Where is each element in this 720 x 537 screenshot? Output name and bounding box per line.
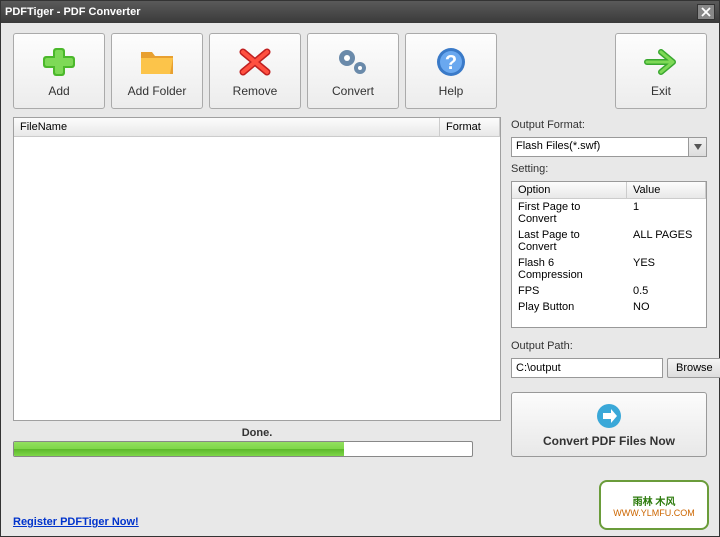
settings-row[interactable]: Play ButtonNO <box>512 299 706 315</box>
settings-option: First Page to Convert <box>512 200 627 226</box>
right-pane: Output Format: Flash Files(*.swf) Settin… <box>511 117 707 457</box>
browse-button[interactable]: Browse <box>667 358 720 378</box>
help-label: Help <box>439 84 464 98</box>
remove-button[interactable]: Remove <box>209 33 301 109</box>
file-table[interactable]: FileName Format <box>13 117 501 421</box>
status-label: Done. <box>13 427 501 439</box>
convert-label: Convert <box>332 84 374 98</box>
toolbar: Add Add Folder Remove Convert <box>13 33 707 109</box>
convert-now-icon <box>595 402 623 430</box>
help-button[interactable]: ? Help <box>405 33 497 109</box>
settings-option: Flash 6 Compression <box>512 256 627 282</box>
watermark-line1: 雨林 木风 <box>633 493 676 508</box>
output-path-row: Browse <box>511 358 707 378</box>
left-pane: FileName Format Done. <box>13 117 501 457</box>
watermark-badge: 雨林 木风 WWW.YLMFU.COM <box>599 480 709 530</box>
convert-now-label: Convert PDF Files Now <box>543 434 675 448</box>
file-header: FileName Format <box>14 118 500 137</box>
settings-value: ALL PAGES <box>627 228 706 254</box>
setting-label: Setting: <box>511 163 707 175</box>
remove-icon <box>235 44 275 80</box>
output-path-input[interactable] <box>511 358 663 378</box>
remove-label: Remove <box>233 84 278 98</box>
toolbar-spacer <box>503 33 609 109</box>
close-icon <box>701 7 711 17</box>
settings-value: YES <box>627 256 706 282</box>
output-path-label: Output Path: <box>511 340 707 352</box>
exit-icon <box>641 44 681 80</box>
add-folder-label: Add Folder <box>128 84 187 98</box>
help-icon: ? <box>431 44 471 80</box>
exit-button[interactable]: Exit <box>615 33 707 109</box>
settings-value: NO <box>627 300 706 314</box>
convert-now-button[interactable]: Convert PDF Files Now <box>511 392 707 457</box>
settings-body: First Page to Convert1Last Page to Conve… <box>512 199 706 315</box>
settings-row[interactable]: FPS0.5 <box>512 283 706 299</box>
add-button[interactable]: Add <box>13 33 105 109</box>
add-icon <box>39 44 79 80</box>
register-link[interactable]: Register PDFTiger Now! <box>13 516 139 528</box>
settings-row[interactable]: First Page to Convert1 <box>512 199 706 227</box>
output-format-label: Output Format: <box>511 119 707 131</box>
col-option[interactable]: Option <box>512 182 627 198</box>
svg-text:?: ? <box>445 52 457 74</box>
settings-value: 0.5 <box>627 284 706 298</box>
settings-row[interactable]: Flash 6 CompressionYES <box>512 255 706 283</box>
settings-row[interactable]: Last Page to ConvertALL PAGES <box>512 227 706 255</box>
settings-header: Option Value <box>512 182 706 199</box>
col-filename[interactable]: FileName <box>14 118 440 136</box>
settings-option: FPS <box>512 284 627 298</box>
window: PDFTiger - PDF Converter Add Add Folder <box>0 0 720 537</box>
settings-option: Play Button <box>512 300 627 314</box>
settings-table[interactable]: Option Value First Page to Convert1Last … <box>511 181 707 328</box>
gears-icon <box>333 44 373 80</box>
output-format-value: Flash Files(*.swf) <box>511 137 689 157</box>
close-button[interactable] <box>697 4 715 20</box>
dropdown-arrow[interactable] <box>689 137 707 157</box>
exit-label: Exit <box>651 84 671 98</box>
output-format-dropdown[interactable]: Flash Files(*.swf) <box>511 137 707 157</box>
content: Add Add Folder Remove Convert <box>1 23 719 536</box>
add-label: Add <box>48 84 69 98</box>
settings-value: 1 <box>627 200 706 226</box>
chevron-down-icon <box>694 144 702 150</box>
col-value[interactable]: Value <box>627 182 706 198</box>
watermark-line2: WWW.YLMFU.COM <box>613 508 695 518</box>
convert-button[interactable]: Convert <box>307 33 399 109</box>
titlebar: PDFTiger - PDF Converter <box>1 1 719 23</box>
add-folder-button[interactable]: Add Folder <box>111 33 203 109</box>
settings-option: Last Page to Convert <box>512 228 627 254</box>
window-title: PDFTiger - PDF Converter <box>5 6 141 18</box>
progress-fill <box>14 442 344 456</box>
main-area: FileName Format Done. Output Format: Fla… <box>13 117 707 457</box>
col-format[interactable]: Format <box>440 118 500 136</box>
progress-bar <box>13 441 473 457</box>
folder-icon <box>137 44 177 80</box>
